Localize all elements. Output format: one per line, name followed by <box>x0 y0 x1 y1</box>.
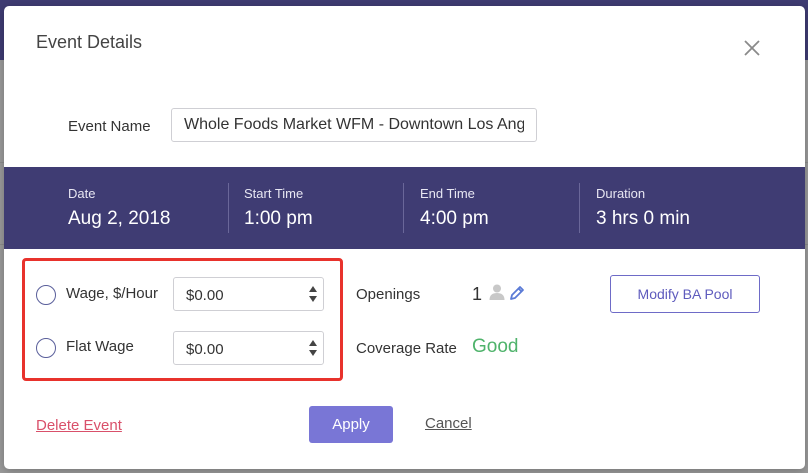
hourly-wage-stepper-icon[interactable] <box>307 283 319 305</box>
delete-event-link[interactable]: Delete Event <box>36 417 122 434</box>
flat-wage-value: $0.00 <box>186 341 224 358</box>
band-divider <box>579 183 580 233</box>
coverage-rate-label: Coverage Rate <box>356 340 457 357</box>
edit-openings-icon[interactable] <box>508 284 526 302</box>
hourly-wage-radio[interactable] <box>36 285 56 305</box>
person-icon <box>489 284 505 300</box>
event-details-modal: Event Details Event Name Date Aug 2, 201… <box>4 6 805 469</box>
modify-ba-pool-button[interactable]: Modify BA Pool <box>610 275 760 313</box>
start-time-value: 1:00 pm <box>244 208 313 229</box>
duration-value: 3 hrs 0 min <box>596 208 690 229</box>
date-label: Date <box>68 186 96 201</box>
event-name-label: Event Name <box>68 118 151 135</box>
cancel-link[interactable]: Cancel <box>425 415 472 432</box>
close-icon[interactable] <box>742 38 762 58</box>
coverage-rate-value: Good <box>472 336 519 357</box>
band-divider <box>228 183 229 233</box>
openings-value: 1 <box>472 284 483 304</box>
hourly-wage-label: Wage, $/Hour <box>66 285 158 302</box>
hourly-wage-input[interactable]: $0.00 <box>173 277 324 311</box>
flat-wage-stepper-icon[interactable] <box>307 337 319 359</box>
hourly-wage-value: $0.00 <box>186 287 224 304</box>
end-time-label: End Time <box>420 186 475 201</box>
schedule-band: Date Aug 2, 2018 Start Time 1:00 pm End … <box>4 167 805 249</box>
duration-label: Duration <box>596 186 646 201</box>
flat-wage-label: Flat Wage <box>66 338 134 355</box>
apply-button[interactable]: Apply <box>309 406 393 443</box>
modal-title: Event Details <box>36 32 143 52</box>
openings-label: Openings <box>356 286 421 303</box>
flat-wage-radio[interactable] <box>36 338 56 358</box>
event-name-input[interactable] <box>171 108 537 142</box>
band-divider <box>403 183 404 233</box>
flat-wage-input[interactable]: $0.00 <box>173 331 324 365</box>
date-value: Aug 2, 2018 <box>68 208 171 229</box>
end-time-value: 4:00 pm <box>420 208 489 229</box>
start-time-label: Start Time <box>244 186 304 201</box>
